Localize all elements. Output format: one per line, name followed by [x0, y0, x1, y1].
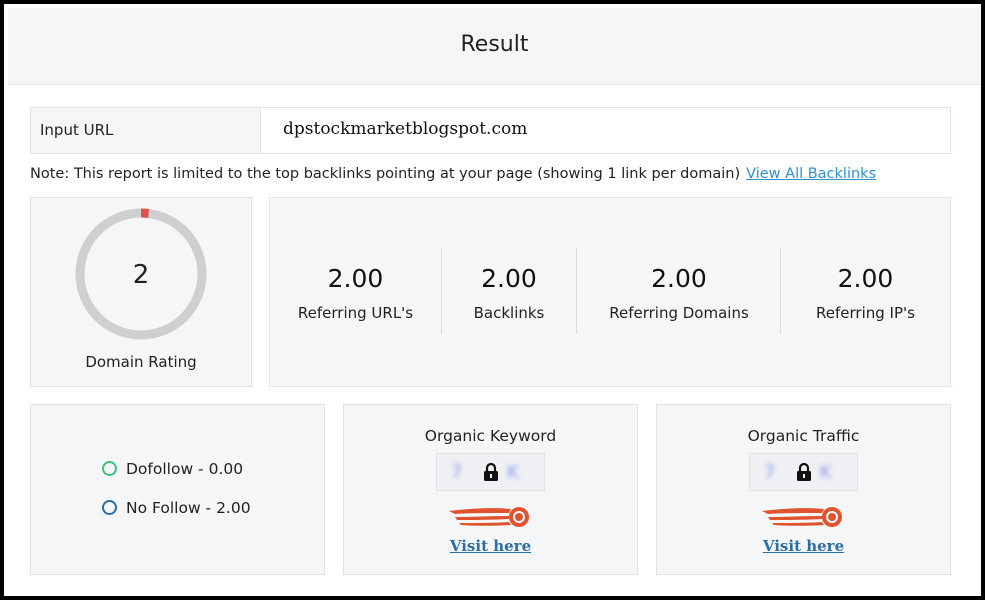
report-note: Note: This report is limited to the top … — [30, 166, 876, 182]
nofollow-item: No Follow - 2.00 — [102, 499, 251, 517]
semrush-rocket-icon — [449, 507, 529, 527]
input-url-row: Input URL dpstockmarketblogspot.com — [30, 107, 951, 154]
view-all-backlinks-link[interactable]: View All Backlinks — [746, 166, 876, 182]
nofollow-marker-icon — [102, 500, 117, 515]
organic-keyword-locked-value: 7 K — [436, 453, 545, 491]
blurred-value: 7 — [451, 462, 463, 483]
result-header: Result — [8, 8, 981, 85]
stat-label: Referring Domains — [609, 304, 749, 322]
organic-keyword-card: Organic Keyword 7 K Visit here — [343, 404, 638, 575]
stat-referring-domains: 2.00 Referring Domains — [577, 198, 781, 386]
organic-traffic-card: Organic Traffic 7 K Visit here — [656, 404, 951, 575]
blurred-value: K — [507, 462, 519, 483]
backlink-stats-card: 2.00 Referring URL's 2.00 Backlinks 2.00… — [269, 197, 951, 387]
dofollow-item: Dofollow - 0.00 — [102, 460, 243, 478]
follow-breakdown-card: Dofollow - 0.00 No Follow - 2.00 — [30, 404, 325, 575]
input-url-label-cell: Input URL — [31, 108, 261, 153]
organic-keyword-visit-link[interactable]: Visit here — [344, 537, 637, 555]
note-text: Note: This report is limited to the top … — [30, 166, 741, 182]
stat-value: 2.00 — [481, 264, 537, 293]
lock-icon — [484, 462, 498, 481]
dofollow-label: Dofollow - 0.00 — [126, 460, 244, 478]
domain-rating-card: 2 Domain Rating — [30, 197, 252, 387]
organic-traffic-locked-value: 7 K — [749, 453, 858, 491]
stat-referring-ips: 2.00 Referring IP's — [781, 198, 950, 386]
organic-keyword-title: Organic Keyword — [424, 427, 557, 445]
blurred-value: 7 — [764, 462, 776, 483]
semrush-rocket-icon — [762, 507, 842, 527]
stat-value: 2.00 — [327, 264, 384, 293]
stat-label: Backlinks — [473, 304, 545, 322]
nofollow-label: No Follow - 2.00 — [126, 499, 251, 517]
input-url-value: dpstockmarketblogspot.com — [283, 119, 528, 139]
stat-value: 2.00 — [837, 264, 894, 293]
blurred-value: K — [820, 462, 832, 483]
dofollow-marker-icon — [102, 461, 117, 476]
stat-label: Referring IP's — [816, 304, 915, 322]
stat-referring-urls: 2.00 Referring URL's — [270, 198, 441, 386]
organic-traffic-visit-link[interactable]: Visit here — [657, 537, 950, 555]
lock-icon — [797, 462, 811, 481]
stat-value: 2.00 — [651, 264, 707, 293]
stat-backlinks: 2.00 Backlinks — [442, 198, 576, 386]
organic-traffic-title: Organic Traffic — [747, 427, 860, 445]
domain-rating-label: Domain Rating — [85, 353, 197, 371]
input-url-label: Input URL — [40, 121, 114, 139]
stat-label: Referring URL's — [297, 304, 414, 322]
domain-rating-value: 2 — [132, 260, 150, 290]
page-title: Result — [460, 32, 529, 57]
